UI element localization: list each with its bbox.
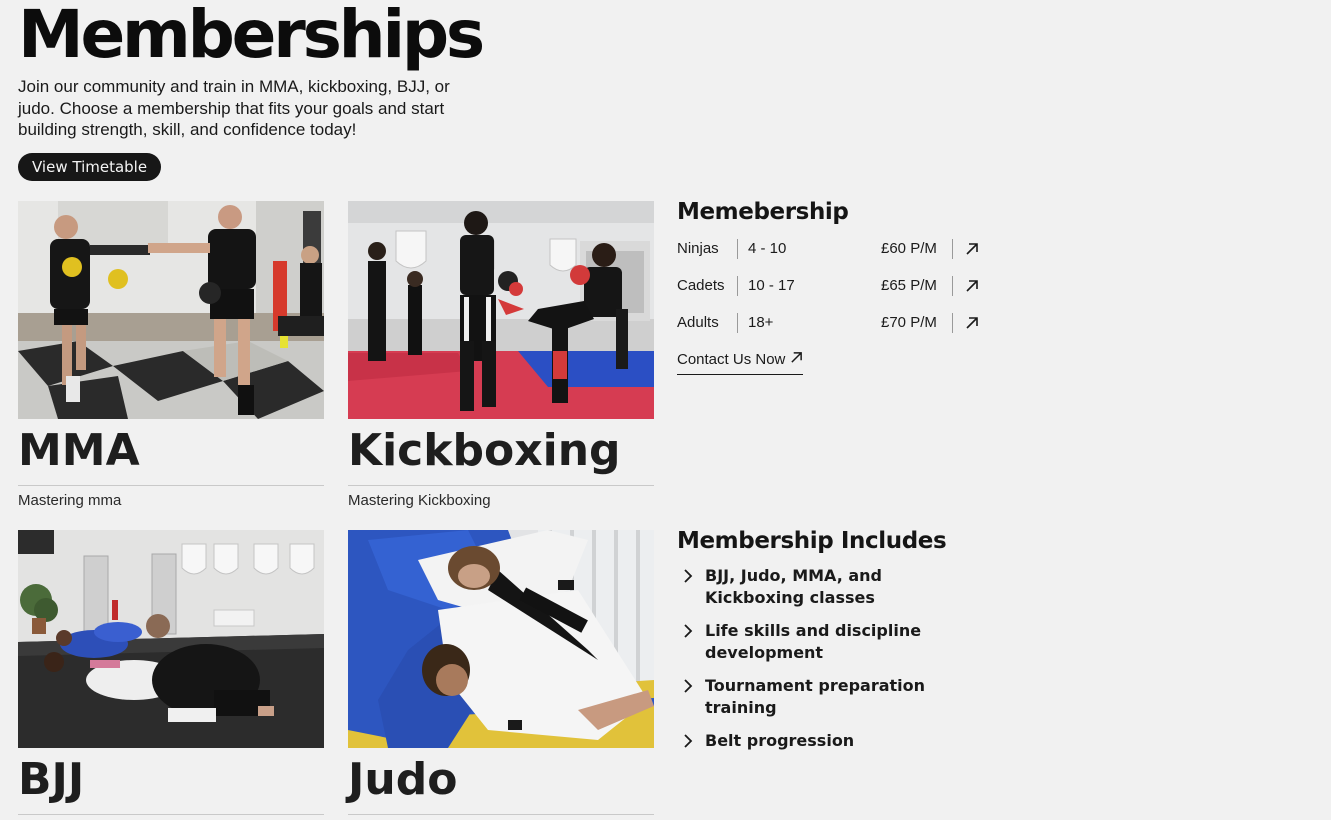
- divider: [737, 313, 738, 333]
- divider: [737, 276, 738, 296]
- arrow-up-right-icon[interactable]: [965, 316, 979, 330]
- divider: [737, 239, 738, 259]
- class-subtitle: Mastering mma: [18, 492, 122, 509]
- includes-panel: Membership Includes BJJ, Judo, MMA, and …: [677, 527, 947, 750]
- price-table: Ninjas 4 - 10 £60 P/M Cadets 10 - 17 £65…: [677, 236, 987, 347]
- class-photo-bjj: [18, 530, 324, 748]
- list-item: Belt progression: [677, 730, 947, 752]
- includes-heading: Membership Includes: [677, 528, 947, 554]
- class-photo-kickboxing: [348, 201, 654, 419]
- divider: [952, 276, 953, 296]
- price-row-ninjas[interactable]: Ninjas 4 - 10 £60 P/M: [677, 236, 987, 273]
- tier-age: 18+: [748, 314, 774, 331]
- arrow-up-right-icon[interactable]: [965, 279, 979, 293]
- membership-heading: Memebership: [677, 199, 849, 225]
- tier-age: 4 - 10: [748, 240, 787, 257]
- tier-price: £60 P/M: [881, 240, 937, 257]
- list-item: Tournament preparation training: [677, 675, 947, 719]
- chevron-right-icon: [684, 569, 693, 583]
- price-row-cadets[interactable]: Cadets 10 - 17 £65 P/M: [677, 273, 987, 310]
- tier-name: Ninjas: [677, 240, 719, 257]
- chevron-right-icon: [684, 624, 693, 638]
- class-card-kickboxing[interactable]: Kickboxing Mastering Kickboxing: [348, 201, 654, 510]
- contact-us-label: Contact Us Now: [677, 351, 786, 368]
- list-item: Life skills and discipline development: [677, 620, 947, 664]
- class-card-judo[interactable]: Judo: [348, 530, 654, 820]
- class-title: Kickboxing: [348, 419, 654, 486]
- chevron-right-icon: [684, 734, 693, 748]
- price-row-adults[interactable]: Adults 18+ £70 P/M: [677, 310, 987, 347]
- tier-price: £65 P/M: [881, 277, 937, 294]
- intro-text: Join our community and train in MMA, kic…: [18, 77, 450, 139]
- includes-list: BJJ, Judo, MMA, and Kickboxing classes L…: [677, 565, 947, 763]
- include-text: Belt progression: [705, 731, 855, 750]
- class-subtitle: Mastering Kickboxing: [348, 492, 491, 509]
- membership-panel: Memebership Ninjas 4 - 10 £60 P/M Cadets…: [677, 198, 978, 375]
- class-photo-judo: [348, 530, 654, 748]
- include-text: Life skills and discipline development: [705, 621, 922, 662]
- include-text: BJJ, Judo, MMA, and Kickboxing classes: [705, 566, 882, 607]
- chevron-right-icon: [684, 679, 693, 693]
- page-title: Memberships: [18, 0, 485, 73]
- tier-name: Cadets: [677, 277, 725, 294]
- tier-price: £70 P/M: [881, 314, 937, 331]
- class-card-bjj[interactable]: BJJ: [18, 530, 324, 820]
- tier-name: Adults: [677, 314, 719, 331]
- arrow-up-right-icon[interactable]: [965, 242, 979, 256]
- contact-us-link[interactable]: Contact Us Now: [677, 350, 804, 375]
- class-title: MMA: [18, 419, 324, 486]
- class-title: BJJ: [18, 748, 324, 815]
- include-text: Tournament preparation training: [705, 676, 926, 717]
- tier-age: 10 - 17: [748, 277, 795, 294]
- view-timetable-button[interactable]: View Timetable: [18, 153, 162, 181]
- arrow-up-right-icon: [791, 352, 803, 363]
- divider: [952, 313, 953, 333]
- divider: [952, 239, 953, 259]
- class-photo-mma: [18, 201, 324, 419]
- list-item: BJJ, Judo, MMA, and Kickboxing classes: [677, 565, 947, 609]
- class-title: Judo: [348, 748, 654, 815]
- class-card-mma[interactable]: MMA Mastering mma: [18, 201, 324, 510]
